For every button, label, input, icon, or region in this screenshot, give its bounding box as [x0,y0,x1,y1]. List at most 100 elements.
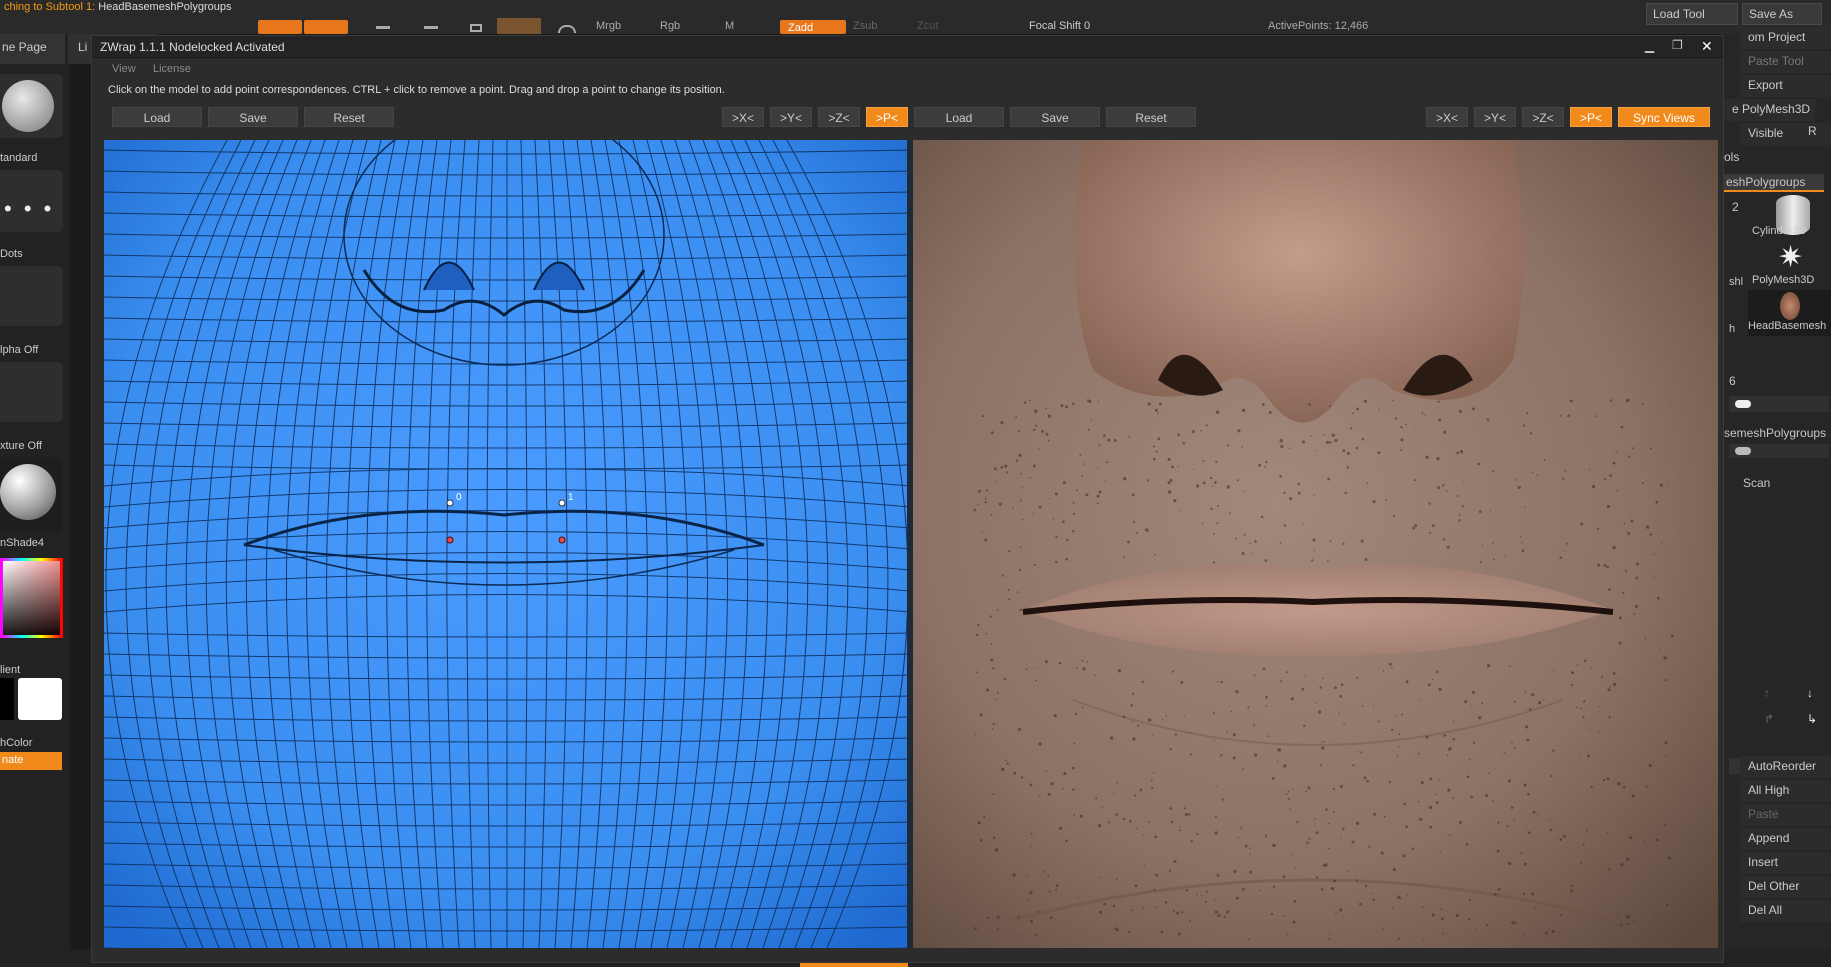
left-shelf: ne Page Li tandard • • • Dots lpha Off x… [0,34,158,967]
gizmo-button[interactable] [497,18,541,34]
scale-icon[interactable] [424,26,438,29]
zwrap-title-bar: ZWrap 1.1.1 Nodelocked Activated ▁ ❐ ✕ [92,36,1723,58]
move-up-icon[interactable]: ↑ [1764,686,1778,702]
left-x-axis-button[interactable]: >X< [722,107,764,127]
current-tool-name[interactable]: eshPolygroups [1724,174,1824,192]
zadd-button[interactable]: Zadd [780,20,846,34]
alpha-label: lpha Off [0,344,39,356]
standard-brush-icon [2,80,54,132]
head-icon [1780,292,1800,320]
texture-thumbnail[interactable] [0,362,63,422]
brush-thumbnail[interactable] [0,74,63,138]
material-label: nShade4 [0,537,45,549]
paste-tool-button[interactable]: Paste Tool [1740,51,1831,73]
right-perspective-button[interactable]: >P< [1570,107,1612,127]
visibility-toggle-icon[interactable] [1735,400,1751,408]
focal-shift-slider[interactable]: Focal Shift 0 [1029,20,1090,34]
right-y-axis-button[interactable]: >Y< [1474,107,1516,127]
move-down-icon[interactable]: ↓ [1807,686,1821,702]
brush-label: tandard [0,152,38,164]
head-tool-thumbnail[interactable]: HeadBasemesh [1748,290,1831,336]
license-menu[interactable]: License [153,63,191,75]
sync-views-button[interactable]: Sync Views [1618,107,1710,127]
point-marker[interactable] [558,499,566,507]
close-icon[interactable]: ✕ [1701,38,1713,55]
visible-button[interactable]: Visible [1740,123,1831,145]
color-picker[interactable] [0,558,63,638]
left-y-axis-button[interactable]: >Y< [770,107,812,127]
left-perspective-button[interactable]: >P< [866,107,908,127]
active-points-readout: ActivePoints: 12,466 [1268,20,1369,32]
material-sphere-icon [0,464,56,520]
point-marker[interactable] [558,536,566,544]
base-mesh-viewport[interactable]: 0 1 [104,140,910,948]
zsub-button[interactable]: Zsub [853,20,877,34]
left-save-button[interactable]: Save [208,107,298,127]
append-button[interactable]: Append [1740,828,1831,850]
paste-button[interactable]: Paste [1740,804,1831,826]
insert-button[interactable]: Insert [1740,852,1831,874]
del-all-button[interactable]: Del All [1740,900,1831,922]
arrow-up-right-icon[interactable]: ↱ [1764,712,1778,728]
visibility-toggle-icon[interactable] [1735,447,1751,455]
arrow-down-right-icon[interactable]: ↳ [1807,712,1821,728]
left-z-axis-button[interactable]: >Z< [818,107,860,127]
minimize-icon[interactable]: ▁ [1645,39,1654,53]
move-icon[interactable] [376,26,390,29]
subtool-2-label[interactable]: semeshPolygroups [1724,426,1826,440]
alternate-button[interactable]: nate [0,752,62,770]
tool-count: 2 [1732,200,1739,214]
all-high-button[interactable]: All High [1740,780,1831,802]
secondary-color-swatch[interactable] [0,678,14,720]
switch-color-label: hColor [0,737,33,749]
save-as-button[interactable]: Save As [1742,3,1822,25]
subtool-title: ching to Subtool 1: HeadBasemeshPolygrou… [4,1,232,13]
right-x-axis-button[interactable]: >X< [1426,107,1468,127]
import-project-button[interactable]: om Project [1740,27,1831,49]
main-color-swatch[interactable] [18,678,62,720]
draw-mode-button[interactable] [258,20,302,34]
home-page-tab[interactable]: ne Page [0,34,65,64]
del-other-button[interactable]: Del Other [1740,876,1831,898]
right-reset-button[interactable]: Reset [1106,107,1196,127]
auto-reorder-button[interactable]: AutoReorder [1740,756,1831,778]
subtool-count: 6 [1729,374,1736,388]
dots-stroke-icon: • • • [4,196,55,221]
right-save-button[interactable]: Save [1010,107,1100,127]
point-marker[interactable] [446,499,454,507]
rotate-icon[interactable] [470,24,482,32]
brush-icon[interactable] [558,25,576,33]
polymesh-label: PolyMesh3D [1752,274,1815,286]
edit-mode-button[interactable] [304,20,348,34]
make-polymesh-button[interactable]: e PolyMesh3D [1724,99,1815,121]
texture-label: xture Off [0,440,42,452]
subtool-1-row[interactable] [1729,396,1829,412]
alpha-thumbnail[interactable] [0,266,63,326]
left-load-button[interactable]: Load [112,107,202,127]
right-z-axis-button[interactable]: >Z< [1522,107,1564,127]
subtool-2-row[interactable] [1729,444,1829,458]
polymesh-star-icon[interactable]: ✷ [1778,240,1803,275]
instructions-text: Click on the model to add point correspo… [108,84,725,96]
right-load-button[interactable]: Load [914,107,1004,127]
view-menu[interactable]: View [112,63,136,75]
shl-label: shl [1729,276,1744,288]
restore-icon[interactable]: ❐ [1672,38,1683,52]
left-reset-button[interactable]: Reset [304,107,394,127]
cylinder-label: Cylinder3D [1752,225,1807,237]
h-label: h [1729,323,1736,335]
rgb-button[interactable]: Rgb [660,20,680,34]
zcut-button[interactable]: Zcut [917,20,938,34]
stroke-thumbnail[interactable]: • • • [0,170,63,232]
scan-viewport[interactable] [913,140,1718,948]
export-button[interactable]: Export [1740,75,1831,97]
scan-subtool-label[interactable]: Scan [1743,476,1770,490]
r-label: R [1808,124,1817,138]
load-tool-button[interactable]: Load Tool [1646,3,1738,25]
mrgb-button[interactable]: Mrgb [596,20,621,34]
material-thumbnail[interactable] [0,458,63,532]
m-button[interactable]: M [725,20,734,34]
zbrush-top-bar: ching to Subtool 1: HeadBasemeshPolygrou… [0,0,1831,34]
point-marker[interactable] [446,536,454,544]
point-label: 1 [568,492,574,503]
